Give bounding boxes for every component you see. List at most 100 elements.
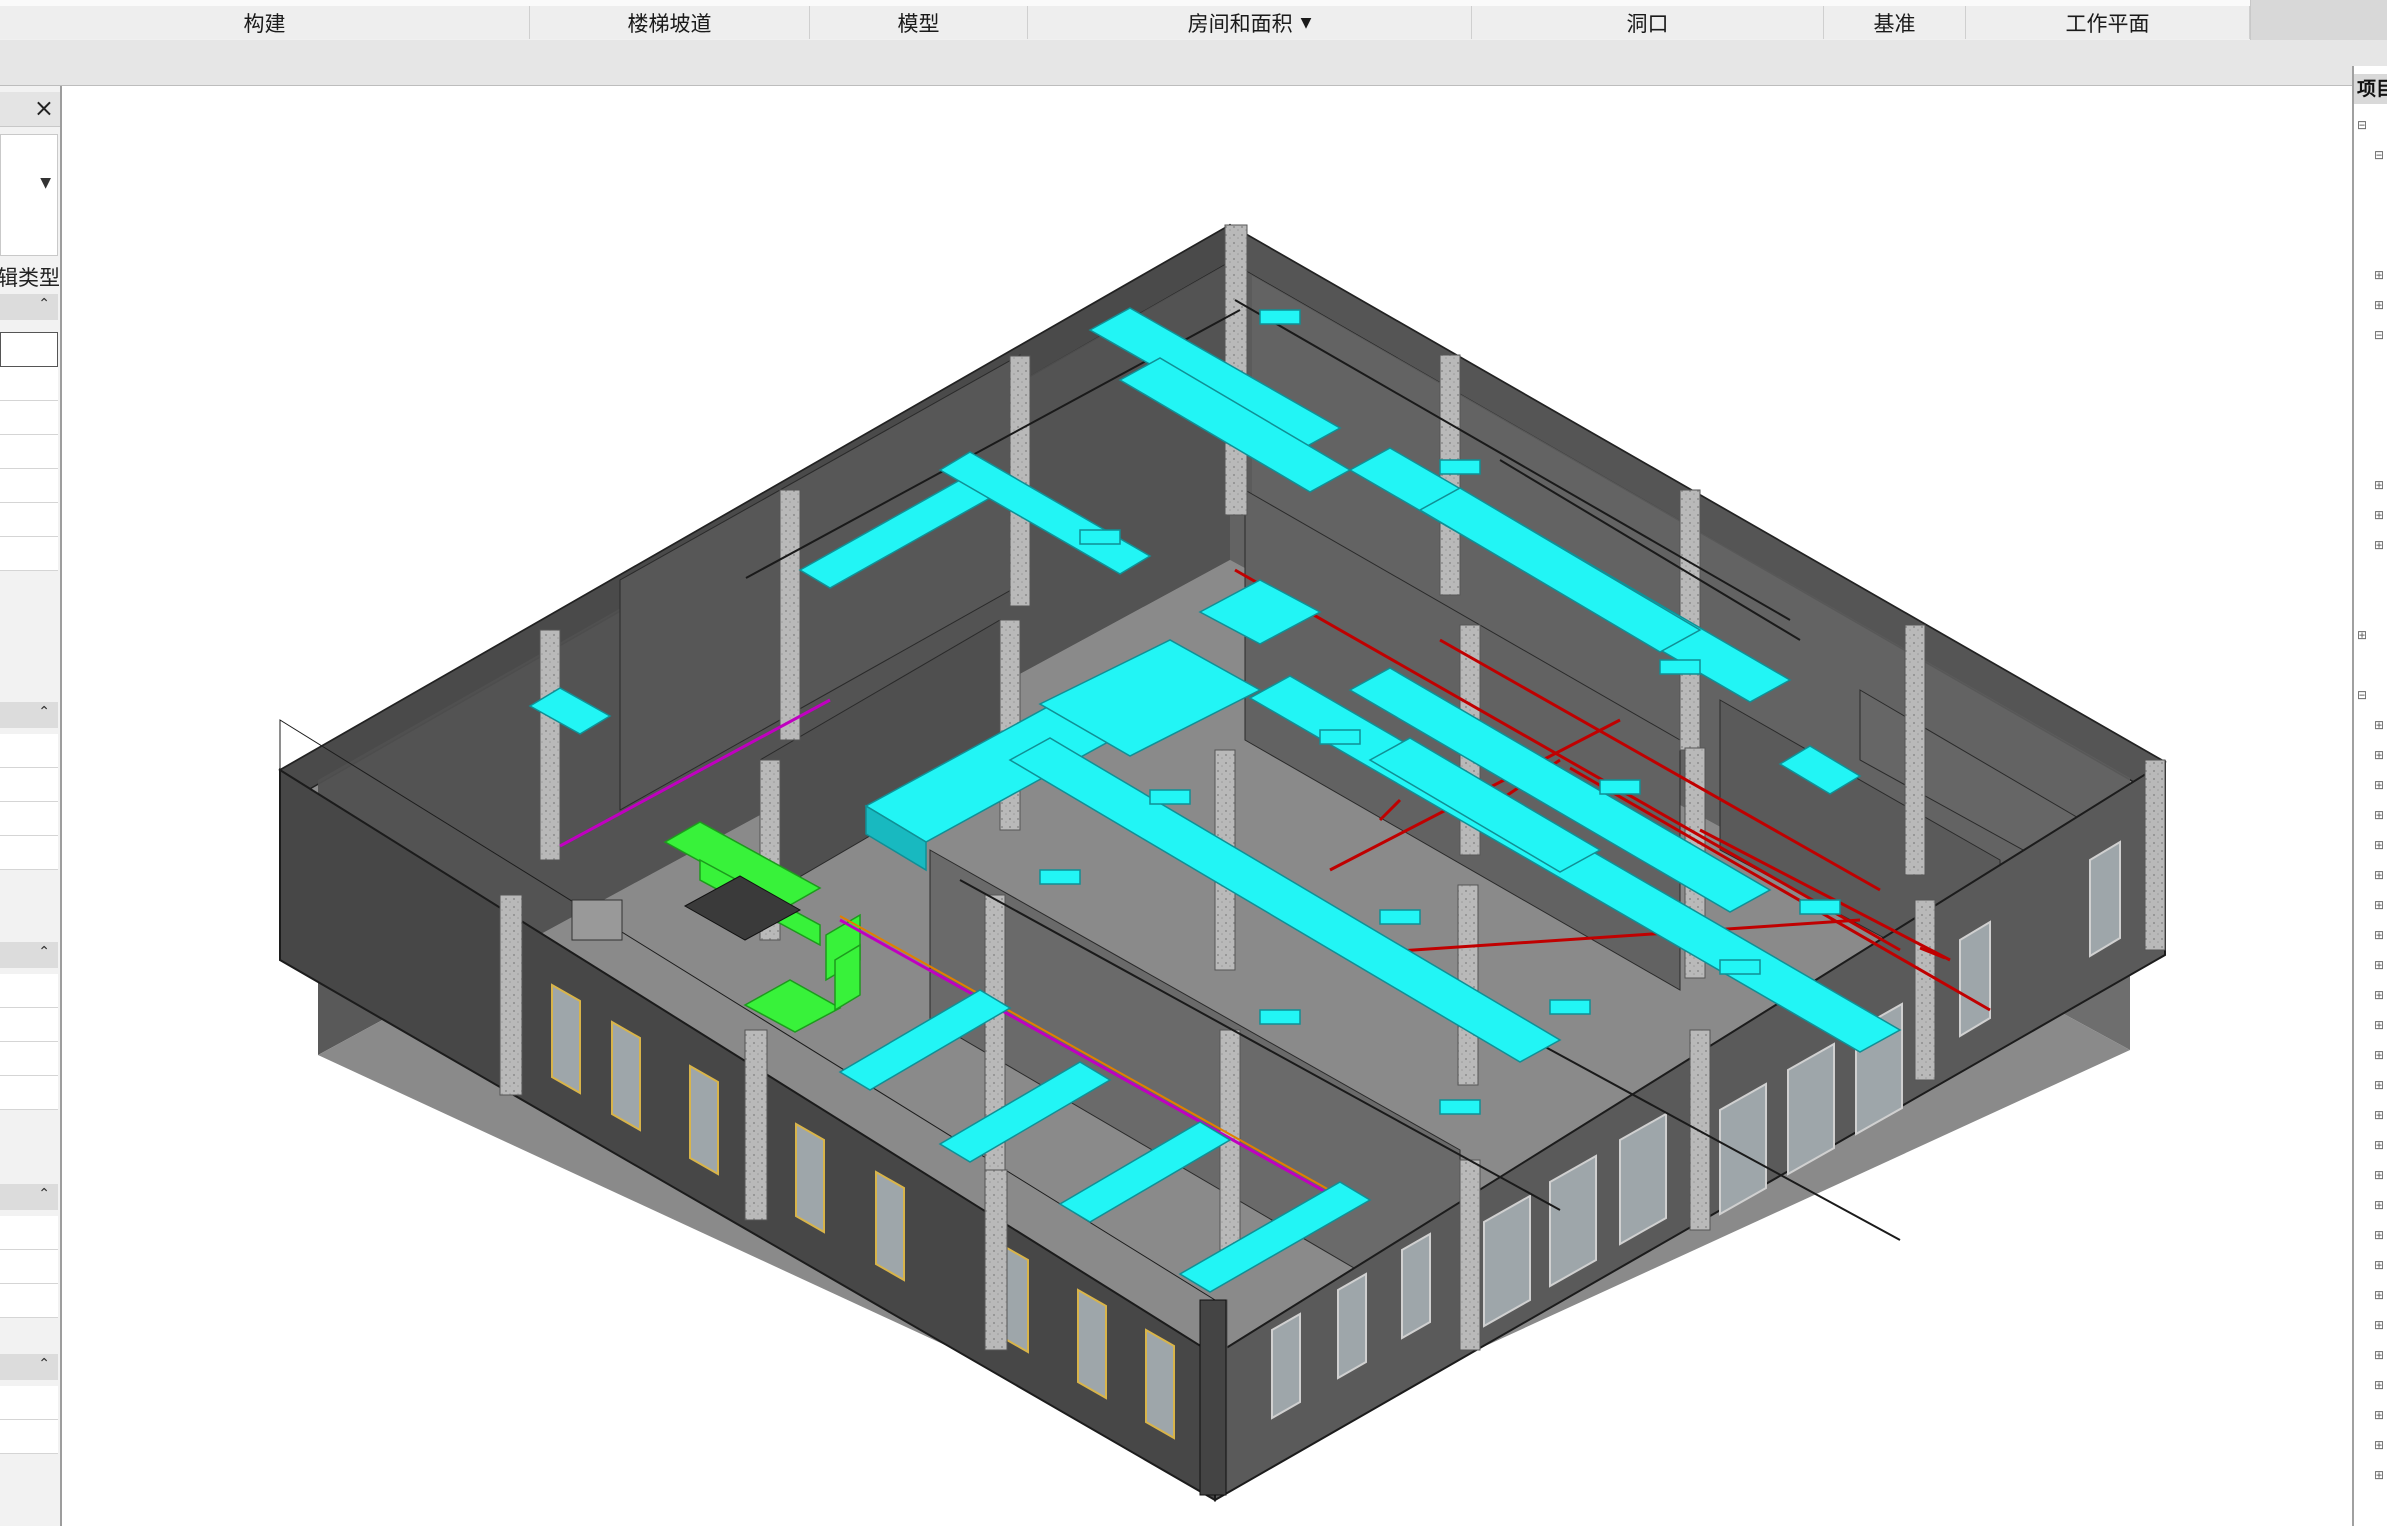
expand-icon[interactable]: ⊞ [2374, 778, 2384, 792]
property-rows-4 [0, 1216, 58, 1318]
project-browser: 项目浏览器 ⊟ ⊟ ⊞ ⊞ ⊟ ⊞ ⊞ ⊞ ⊞ ⊟ ⊞ ⊞ ⊞ ⊞ ⊞ ⊞ ⊞ … [2352, 66, 2387, 1526]
property-row[interactable] [0, 734, 58, 768]
ribbon-panel-label: 楼梯坡道 [627, 11, 712, 36]
section-header-constraints[interactable]: ⌃ [0, 294, 58, 320]
property-rows-5 [0, 1386, 58, 1454]
expand-icon[interactable]: ⊞ [2374, 1198, 2384, 1212]
property-row[interactable] [0, 768, 58, 802]
property-row[interactable] [0, 836, 58, 870]
building-model [278, 223, 2167, 1502]
section-header-graphics[interactable]: ⌃ [0, 702, 58, 728]
expand-icon[interactable]: ⊞ [2374, 988, 2384, 1002]
property-rows-2 [0, 734, 58, 870]
collapse-icon[interactable]: ⌃ [38, 1186, 50, 1202]
property-row[interactable] [0, 1008, 58, 1042]
property-row[interactable] [0, 1042, 58, 1076]
section-header-extents[interactable]: ⌃ [0, 942, 58, 968]
expand-icon[interactable]: ⊞ [2374, 1048, 2384, 1062]
expand-icon[interactable]: ⊞ [2374, 958, 2384, 972]
expand-icon[interactable]: ⊞ [2374, 1228, 2384, 1242]
expand-icon[interactable]: ⊞ [2374, 508, 2384, 522]
chevron-down-icon[interactable]: ▼ [40, 175, 51, 191]
property-rows-1 [0, 332, 58, 571]
expand-icon[interactable]: ⊞ [2374, 928, 2384, 942]
ribbon-panel-label: 模型 [897, 11, 940, 36]
collapse-icon[interactable]: ⌃ [38, 704, 50, 720]
ribbon-panel-3[interactable]: 房间和面积 ▼ [1028, 6, 1472, 39]
property-row[interactable] [0, 1420, 58, 1454]
ribbon-panel-0[interactable]: 构建 [0, 6, 530, 39]
property-row[interactable] [0, 802, 58, 836]
project-browser-title: 项目浏览器 [2354, 74, 2387, 104]
property-row[interactable] [0, 503, 58, 537]
property-row[interactable] [0, 1216, 58, 1250]
expand-icon[interactable]: ⊞ [2374, 1468, 2384, 1482]
type-selector[interactable]: ▼ [0, 134, 58, 256]
expand-icon[interactable]: ⊞ [2374, 1168, 2384, 1182]
property-row[interactable] [0, 1386, 58, 1420]
corner-column [1199, 1299, 1227, 1496]
equipment-unit [571, 899, 623, 941]
expand-icon[interactable]: ⊞ [2374, 808, 2384, 822]
property-row[interactable] [0, 401, 58, 435]
expand-icon[interactable]: ⊞ [2374, 1378, 2384, 1392]
expand-icon[interactable]: ⊞ [2357, 628, 2367, 642]
options-bar [0, 40, 2387, 86]
property-row[interactable] [0, 469, 58, 503]
property-row[interactable] [0, 1284, 58, 1318]
ribbon-panel-label: 基准 [1873, 11, 1916, 36]
collapse-icon[interactable]: ⊟ [2374, 328, 2384, 342]
ribbon-panel-label: 工作平面 [2065, 11, 2150, 36]
expand-icon[interactable]: ⊞ [2374, 898, 2384, 912]
section-header-camera[interactable]: ⌃ [0, 1184, 58, 1210]
chevron-down-icon[interactable]: ▼ [1301, 15, 1312, 31]
property-row[interactable] [0, 974, 58, 1008]
expand-icon[interactable]: ⊞ [2374, 1318, 2384, 1332]
section-header-identity[interactable]: ⌃ [0, 1354, 58, 1380]
expand-icon[interactable]: ⊞ [2374, 1018, 2384, 1032]
ribbon-scroll-area [2250, 0, 2387, 40]
expand-icon[interactable]: ⊞ [2374, 538, 2384, 552]
expand-icon[interactable]: ⊞ [2374, 1438, 2384, 1452]
ribbon-panel-6[interactable]: 工作平面 [1966, 6, 2250, 39]
expand-icon[interactable]: ⊞ [2374, 298, 2384, 312]
expand-icon[interactable]: ⊞ [2374, 838, 2384, 852]
expand-icon[interactable]: ⊞ [2374, 1138, 2384, 1152]
properties-header: × [0, 92, 60, 127]
ribbon-panel-label: 洞口 [1626, 11, 1669, 36]
collapse-icon[interactable]: ⊟ [2357, 118, 2367, 132]
collapse-icon[interactable]: ⌃ [38, 296, 50, 312]
property-row[interactable] [0, 367, 58, 401]
properties-palette: × ▼ 编辑类型 ⌃ ⌃ ⌃ ⌃ ⌃ [0, 86, 62, 1526]
expand-icon[interactable]: ⊞ [2374, 1108, 2384, 1122]
expand-icon[interactable]: ⊞ [2374, 1348, 2384, 1362]
collapse-icon[interactable]: ⌃ [38, 1356, 50, 1372]
expand-icon[interactable]: ⊞ [2374, 1078, 2384, 1092]
collapse-icon[interactable]: ⊟ [2357, 688, 2367, 702]
ribbon-panel-2[interactable]: 模型 [810, 6, 1028, 39]
property-rows-3 [0, 974, 58, 1110]
ribbon-panel-4[interactable]: 洞口 [1472, 6, 1824, 39]
ribbon-panel-5[interactable]: 基准 [1824, 6, 1966, 39]
collapse-icon[interactable]: ⊟ [2374, 148, 2384, 162]
property-row[interactable] [0, 1250, 58, 1284]
collapse-icon[interactable]: ⌃ [38, 944, 50, 960]
property-row[interactable] [0, 332, 58, 367]
ribbon-panel-label: 房间和面积 [1187, 11, 1293, 36]
expand-icon[interactable]: ⊞ [2374, 718, 2384, 732]
property-row[interactable] [0, 435, 58, 469]
ribbon-panel-1[interactable]: 楼梯坡道 [530, 6, 810, 39]
ribbon: 构建 楼梯坡道 模型 房间和面积 ▼ 洞口 基准 工作平面 [0, 0, 2387, 40]
expand-icon[interactable]: ⊞ [2374, 268, 2384, 282]
property-row[interactable] [0, 1076, 58, 1110]
expand-icon[interactable]: ⊞ [2374, 1258, 2384, 1272]
property-row[interactable] [0, 537, 58, 571]
close-icon[interactable]: × [34, 94, 54, 122]
edit-type-button[interactable]: 编辑类型 [0, 262, 60, 292]
expand-icon[interactable]: ⊞ [2374, 1288, 2384, 1302]
expand-icon[interactable]: ⊞ [2374, 1408, 2384, 1422]
expand-icon[interactable]: ⊞ [2374, 868, 2384, 882]
expand-icon[interactable]: ⊞ [2374, 478, 2384, 492]
3d-viewport[interactable] [62, 86, 2352, 1526]
expand-icon[interactable]: ⊞ [2374, 748, 2384, 762]
